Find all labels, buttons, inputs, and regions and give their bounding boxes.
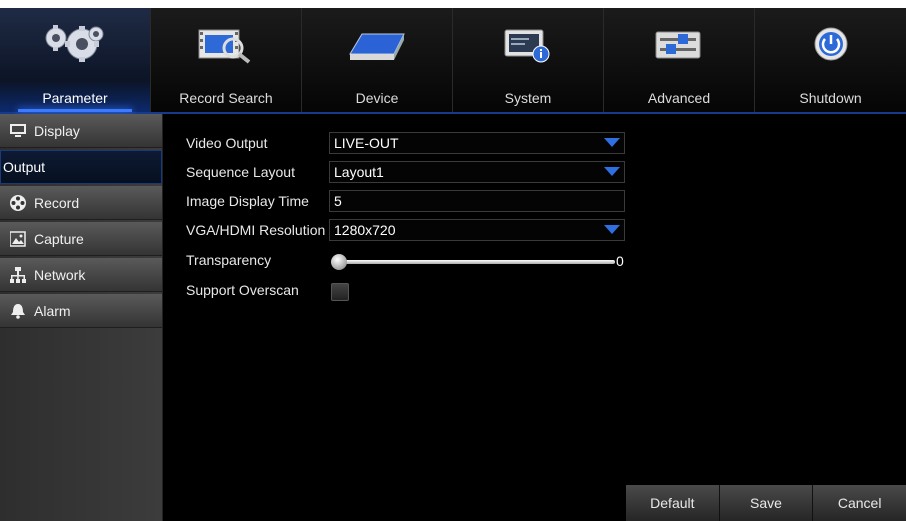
sidebar-item-label: Record — [34, 194, 80, 211]
tab-system[interactable]: System — [453, 8, 604, 112]
save-button[interactable]: Save — [718, 485, 813, 521]
resolution-value: 1280x720 — [334, 222, 396, 238]
sidebar-item-label: Capture — [34, 230, 84, 247]
sidebar-item-record[interactable]: Record — [0, 186, 162, 220]
resolution-label: VGA/HDMI Resolution — [186, 222, 326, 238]
power-icon — [791, 22, 871, 66]
tab-label: System — [504, 90, 552, 106]
tab-label: Record Search — [179, 90, 273, 106]
tab-parameter[interactable]: Parameter — [0, 8, 151, 112]
sidebar-item-label: Alarm — [34, 302, 71, 319]
slider-handle[interactable] — [331, 254, 347, 270]
network-icon — [10, 266, 26, 283]
film-search-icon — [186, 22, 266, 66]
action-buttons: Default Save Cancel — [626, 485, 906, 521]
video-output-value: LIVE-OUT — [334, 135, 399, 151]
image-display-time-label: Image Display Time — [186, 193, 309, 209]
tab-label: Device — [355, 90, 399, 106]
bell-icon — [10, 303, 26, 319]
monitor-icon — [10, 123, 26, 139]
sidebar: Display Output Record Capture Network Al… — [0, 114, 163, 521]
cancel-button[interactable]: Cancel — [812, 485, 906, 521]
image-icon — [10, 230, 26, 247]
video-output-dropdown[interactable]: LIVE-OUT — [329, 132, 625, 154]
chevron-down-icon[interactable] — [600, 162, 624, 182]
tab-advanced[interactable]: Advanced — [604, 8, 755, 112]
slider-track[interactable] — [331, 260, 615, 264]
default-button[interactable]: Default — [626, 485, 719, 521]
tab-record-search[interactable]: Record Search — [151, 8, 302, 112]
sliders-icon — [639, 22, 719, 66]
sidebar-item-display[interactable]: Display — [0, 114, 162, 148]
transparency-label: Transparency — [186, 252, 272, 268]
transparency-slider[interactable] — [329, 251, 619, 273]
sidebar-item-alarm[interactable]: Alarm — [0, 294, 162, 328]
sidebar-item-network[interactable]: Network — [0, 258, 162, 292]
support-overscan-label: Support Overscan — [186, 282, 299, 298]
sidebar-item-capture[interactable]: Capture — [0, 222, 162, 256]
image-display-time-value: 5 — [334, 193, 342, 209]
video-output-label: Video Output — [186, 135, 268, 151]
sidebar-item-output[interactable]: Output — [0, 150, 162, 184]
sidebar-item-label: Display — [34, 122, 80, 139]
sequence-layout-label: Sequence Layout — [186, 164, 295, 180]
sequence-layout-dropdown[interactable]: Layout1 — [329, 161, 625, 183]
tab-shutdown[interactable]: Shutdown — [755, 8, 906, 112]
tab-device[interactable]: Device — [302, 8, 453, 112]
image-display-time-input[interactable]: 5 — [329, 190, 625, 212]
resolution-dropdown[interactable]: 1280x720 — [329, 219, 625, 241]
film-reel-icon — [10, 194, 26, 211]
hard-drive-icon — [337, 22, 417, 66]
chevron-down-icon[interactable] — [600, 220, 624, 240]
chevron-down-icon[interactable] — [600, 133, 624, 153]
tab-label: Shutdown — [799, 90, 862, 106]
sequence-layout-value: Layout1 — [334, 164, 384, 180]
tab-label: Advanced — [647, 90, 711, 106]
sidebar-item-label: Output — [3, 159, 46, 175]
sidebar-item-label: Network — [34, 266, 86, 283]
gears-icon — [35, 22, 115, 66]
transparency-value: 0 — [616, 253, 624, 269]
dvr-window: Parameter Record Search Device System Ad… — [0, 8, 906, 521]
top-menu-bar: Parameter Record Search Device System Ad… — [0, 8, 906, 114]
tab-label: Parameter — [42, 90, 108, 106]
support-overscan-checkbox[interactable] — [331, 283, 349, 301]
system-info-icon — [488, 22, 568, 66]
